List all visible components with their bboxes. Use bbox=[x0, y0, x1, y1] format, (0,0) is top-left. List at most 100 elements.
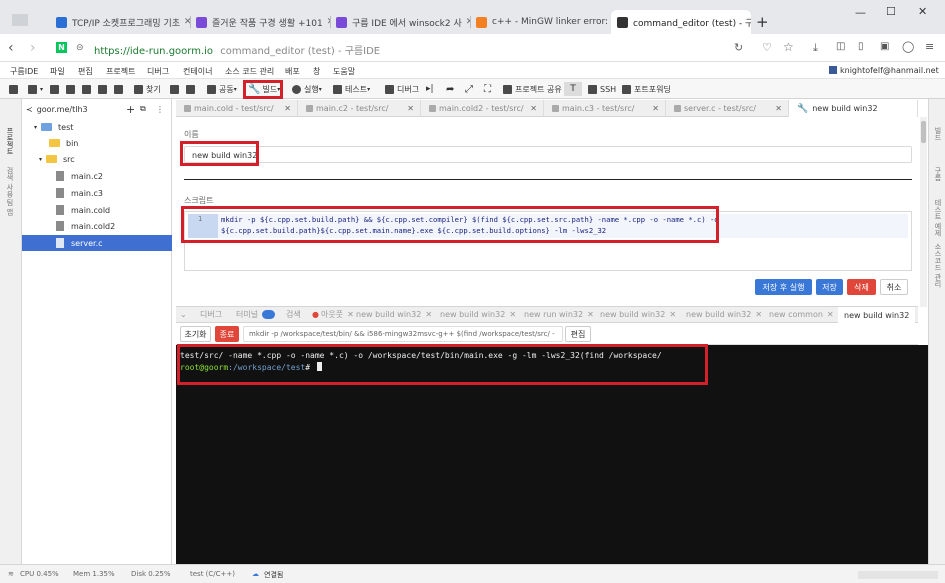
close-icon[interactable]: ✕ bbox=[280, 104, 291, 113]
hamburger-menu-icon[interactable]: ≡ bbox=[925, 40, 934, 53]
editor-tab[interactable]: main.cold2 - test/src/✕ bbox=[421, 100, 544, 117]
find-button[interactable]: 찾기 bbox=[134, 82, 161, 96]
output-tab[interactable]: new common ✕ bbox=[769, 307, 834, 322]
reload-icon[interactable]: ↻ bbox=[734, 41, 743, 54]
close-icon[interactable]: ✕ bbox=[827, 310, 834, 319]
add-icon[interactable]: + bbox=[126, 103, 135, 116]
back-icon[interactable]: ‹ bbox=[8, 40, 14, 56]
scrollbar-thumb[interactable] bbox=[921, 121, 926, 143]
tree-folder[interactable]: ▾ src bbox=[22, 151, 172, 167]
menu-debug[interactable]: 디버그 bbox=[147, 66, 169, 77]
menu-file[interactable]: 파일 bbox=[50, 66, 65, 77]
save-all-button[interactable] bbox=[82, 82, 94, 96]
output-panel-tab[interactable]: ● 아웃풋 ✕ bbox=[312, 307, 354, 322]
goorm-side-tab[interactable]: 구름 bbox=[933, 167, 943, 181]
print-button[interactable] bbox=[114, 82, 126, 96]
settings-button[interactable] bbox=[186, 82, 198, 96]
tree-file[interactable]: main.c2 bbox=[22, 168, 172, 184]
tab-close-icon[interactable]: ✕ bbox=[462, 17, 470, 27]
editor-tab[interactable]: main.cold - test/src/ ✕ bbox=[176, 100, 298, 117]
project-share-button[interactable]: 프로젝트 공유 bbox=[503, 82, 562, 96]
step-button[interactable]: ▸| bbox=[426, 82, 434, 96]
name-input[interactable]: new build win32 bbox=[184, 146, 912, 163]
menu-container[interactable]: 컨테이너 bbox=[183, 66, 212, 77]
script-editor[interactable]: 1 mkdir -p ${c.cpp.set.build.path} && ${… bbox=[184, 211, 912, 271]
menu-help[interactable]: 도움말 bbox=[333, 66, 355, 77]
capture-icon[interactable]: ◫ bbox=[836, 41, 845, 52]
tree-file[interactable]: main.c3 bbox=[22, 185, 172, 201]
close-window-button[interactable]: ✕ bbox=[918, 5, 927, 18]
scrollbar-track[interactable] bbox=[920, 117, 927, 307]
menu-edit[interactable]: 편집 bbox=[78, 66, 93, 77]
close-icon[interactable]: ✕ bbox=[669, 310, 676, 319]
save-command-button[interactable]: 저장 bbox=[816, 279, 843, 295]
editor-tab[interactable]: main.c3 - test/src/ ✕ bbox=[544, 100, 666, 117]
fullscreen-button[interactable]: ⤢ bbox=[465, 82, 473, 96]
port-forwarding-button[interactable]: 포트포워딩 bbox=[622, 82, 671, 96]
browser-tab[interactable]: 구름 IDE 에서 winsock2 사 ✕ bbox=[330, 10, 470, 34]
run-dropdown[interactable]: 실행 ▾ bbox=[292, 82, 322, 96]
team-panel-tab[interactable]: 팀 앱 bbox=[5, 199, 15, 215]
browser-tab[interactable]: c++ - MinGW linker error: ✕ bbox=[470, 10, 610, 34]
close-icon[interactable]: ✕ bbox=[509, 310, 516, 319]
tree-file-selected[interactable]: server.c bbox=[22, 235, 172, 251]
layout-button[interactable]: ⛶ bbox=[484, 82, 491, 96]
forward-icon[interactable]: › bbox=[30, 40, 36, 56]
reset-button[interactable]: 초기화 bbox=[180, 326, 211, 342]
project-panel-tab[interactable]: 프로젝트 bbox=[5, 127, 15, 155]
terminal-toggle-button[interactable]: T bbox=[564, 82, 582, 96]
browser-menu-icon[interactable] bbox=[8, 10, 38, 30]
tree-file[interactable]: main.cold bbox=[22, 202, 172, 218]
download-icon[interactable]: ⤓ bbox=[813, 41, 818, 55]
preview-button[interactable] bbox=[170, 82, 182, 96]
close-icon[interactable]: ✕ bbox=[425, 310, 432, 319]
pocket-icon[interactable]: ♡ bbox=[762, 41, 772, 54]
editor-tab-active[interactable]: 🔧 new build win32 bbox=[789, 100, 918, 117]
save-button[interactable] bbox=[66, 82, 78, 96]
delete-button[interactable]: 삭제 bbox=[847, 279, 876, 295]
debug-button[interactable]: 디버그 bbox=[385, 82, 419, 96]
maximize-button[interactable]: ☐ bbox=[886, 5, 896, 18]
library-icon[interactable]: ▯ bbox=[858, 41, 864, 52]
output-tab[interactable]: new run win32 ✕ bbox=[524, 307, 594, 322]
more-icon[interactable]: ⋮ bbox=[156, 105, 164, 114]
bookmark-star-icon[interactable]: ☆ bbox=[783, 40, 794, 54]
build-dropdown[interactable]: 🔧 빌드 ▾ bbox=[248, 82, 280, 96]
save-and-run-button[interactable]: 저장 후 실행 bbox=[755, 279, 812, 295]
editor-tab[interactable]: main.c2 - test/src/ ✕ bbox=[298, 100, 421, 117]
close-icon[interactable]: ✕ bbox=[771, 104, 782, 113]
close-icon[interactable]: ✕ bbox=[648, 104, 659, 113]
test-example-side-tab[interactable]: 테스트 예제 bbox=[933, 199, 943, 236]
output-tab[interactable]: new build win32 ✕ bbox=[600, 307, 676, 322]
menu-scm[interactable]: 소스 코드 관리 bbox=[225, 66, 274, 77]
menu-deploy[interactable]: 배포 bbox=[285, 66, 300, 77]
layout-icon[interactable]: ⧉ bbox=[140, 104, 146, 114]
cancel-button[interactable]: 취소 bbox=[880, 279, 908, 295]
menu-goormide[interactable]: 구름IDE bbox=[10, 66, 38, 77]
command-field[interactable]: mkdir -p /workspace/test/bin/ && i586-mi… bbox=[243, 326, 563, 342]
output-tab-active[interactable]: new build win32 bbox=[838, 307, 916, 323]
search-panel-tab-bottom[interactable]: 검색 bbox=[286, 307, 301, 322]
new-tab-button[interactable]: + bbox=[756, 13, 769, 31]
ssh-button[interactable]: SSH bbox=[588, 82, 616, 96]
tree-folder[interactable]: bin bbox=[22, 135, 172, 151]
browser-tab[interactable]: TCP/IP 소켓프로그래밍 기초 ✕ bbox=[50, 10, 190, 34]
tab-close-icon[interactable]: ✕ bbox=[608, 17, 610, 27]
reader-icon[interactable]: ▣ bbox=[880, 41, 889, 52]
close-icon[interactable]: ✕ bbox=[403, 104, 414, 113]
menu-window[interactable]: 창 bbox=[313, 66, 320, 77]
new-file-button[interactable]: ▾ bbox=[28, 82, 43, 96]
menu-project[interactable]: 프로젝트 bbox=[106, 66, 135, 77]
close-icon[interactable]: ✕ bbox=[526, 104, 537, 113]
output-tab[interactable]: new build win32 ✕ bbox=[686, 307, 762, 322]
scm-side-tab[interactable]: 소스코드 관리 bbox=[933, 243, 943, 287]
minimize-button[interactable]: — bbox=[855, 6, 866, 19]
test-dropdown[interactable]: 테스트 ▾ bbox=[333, 82, 370, 96]
build-side-tab[interactable]: 빌드 bbox=[933, 127, 943, 141]
output-tab[interactable]: new build win32 ✕ bbox=[440, 307, 516, 322]
url-field[interactable]: https://ide-run.goorm.io command_editor … bbox=[94, 42, 380, 57]
tree-file[interactable]: main.cold2 bbox=[22, 218, 172, 234]
forward-share-button[interactable]: ➦ bbox=[446, 82, 454, 96]
tree-folder[interactable]: ▾ test bbox=[22, 119, 172, 135]
tab-close-icon[interactable]: ✕ bbox=[323, 17, 330, 27]
